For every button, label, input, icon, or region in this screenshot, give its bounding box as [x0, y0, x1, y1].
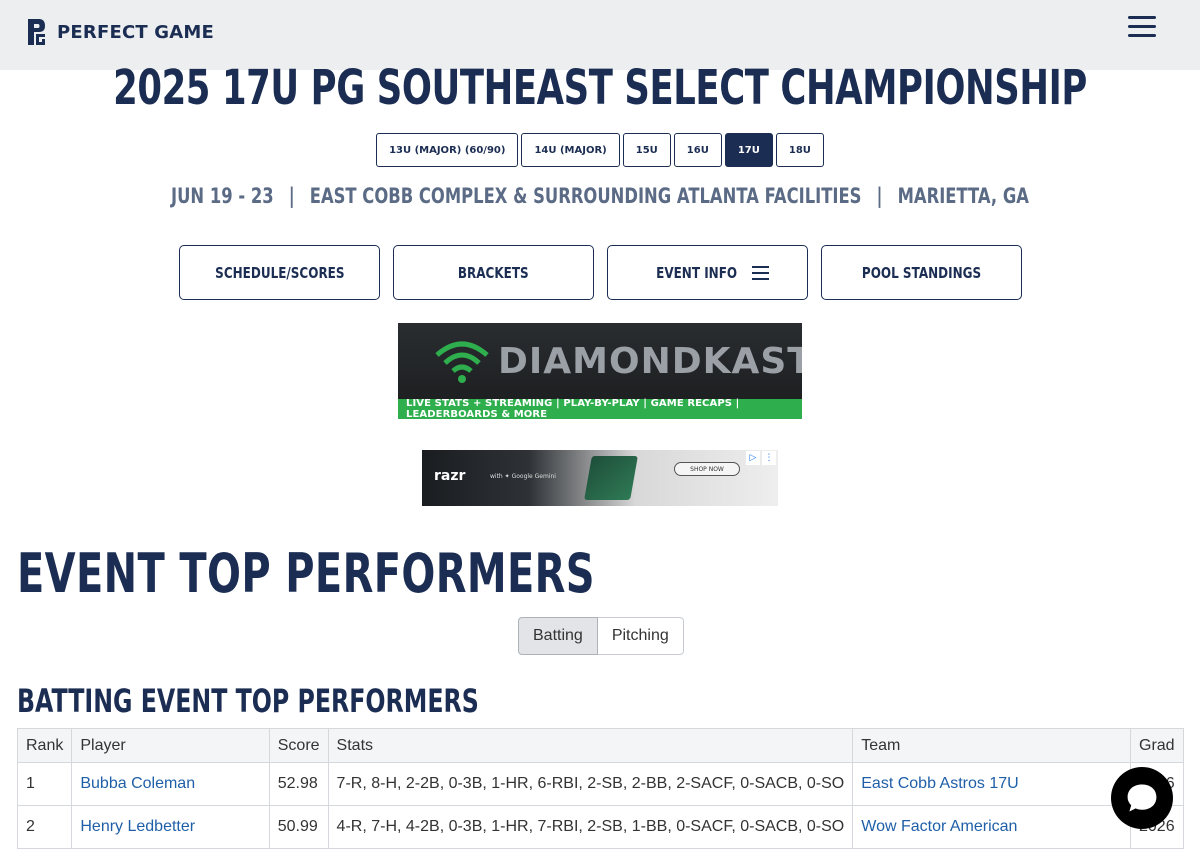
shop-now-button[interactable]: SHOP NOW — [674, 462, 740, 476]
cell-team[interactable]: East Cobb Astros 17U — [852, 762, 1131, 806]
table-row: 1 Bubba Coleman 52.98 7-R, 8-H, 2-2B, 0-3B,… — [16, 762, 1184, 806]
cell-score: 52.98 — [268, 762, 329, 806]
schedule-scores-label: SCHEDULE/SCORES — [214, 263, 345, 282]
ad-options-icon[interactable]: ⋮ — [762, 451, 776, 465]
event-top-performers-title: EVENT TOP PERFORMERS — [17, 542, 595, 605]
event-info-label: EVENT INFO — [656, 263, 738, 282]
pool-standings-label: POOL STANDINGS — [861, 263, 982, 282]
cell-player[interactable]: Bubba Coleman — [71, 762, 270, 806]
cell-rank: 1 — [16, 762, 73, 806]
batting-performers-table: Rank Player Score Stats Team Grad 1 Bubba… — [16, 728, 1184, 849]
event-meta: JUN 19 - 23 | EAST COBB COMPLEX & SURROU… — [132, 184, 1068, 208]
performers-toggle: Batting Pitching — [518, 617, 684, 655]
diamondkast-brand: DIAMONDKAST — [498, 341, 802, 382]
separator: | — [288, 184, 295, 208]
table-row: 2 Henry Ledbetter 50.99 4-R, 7-H, 4-2B, 0-3… — [16, 805, 1184, 849]
column-header-score[interactable]: Score — [268, 728, 329, 763]
age-group-tabs: 13U (MAJOR) (60/90) 14U (MAJOR) 15U 16U 17U 1… — [0, 133, 1200, 167]
event-nav-buttons: SCHEDULE/SCORES BRACKETS EVENT INFO POOL… — [179, 245, 1022, 300]
cell-score: 50.99 — [268, 805, 329, 849]
chat-bubble-icon — [1127, 784, 1157, 812]
hamburger-menu-icon[interactable] — [1128, 16, 1156, 40]
batting-top-performers-title: BATTING EVENT TOP PERFORMERS — [17, 682, 479, 720]
age-tab[interactable]: 14U (MAJOR) — [521, 133, 620, 167]
column-header-team[interactable]: Team — [852, 728, 1131, 763]
event-info-button[interactable]: EVENT INFO — [607, 245, 808, 300]
column-header-stats[interactable]: Stats — [327, 728, 854, 763]
cell-stats: 4-R, 7-H, 4-2B, 0-3B, 1-HR, 7-RBI, 2-SB,… — [327, 805, 854, 849]
age-tab[interactable]: 18U — [775, 133, 824, 167]
brackets-button[interactable]: BRACKETS — [393, 245, 594, 300]
event-dates: JUN 19 - 23 — [171, 184, 274, 208]
logo-text: PERFECT GAME — [57, 21, 215, 43]
event-venue: EAST COBB COMPLEX & SURROUNDING ATLANTA … — [309, 184, 862, 208]
cell-rank: 2 — [16, 805, 73, 849]
age-tab[interactable]: 15U — [622, 133, 671, 167]
column-header-rank[interactable]: Rank — [16, 728, 73, 763]
batting-toggle-button[interactable]: Batting — [518, 617, 598, 655]
pool-standings-button[interactable]: POOL STANDINGS — [821, 245, 1022, 300]
adchoices-icon[interactable]: ▷ — [746, 451, 760, 465]
diamondkast-tagline: LIVE STATS + STREAMING | PLAY-BY-PLAY | … — [398, 398, 802, 419]
perfect-game-logo[interactable]: PERFECT GAME — [25, 17, 214, 47]
razr-partner: with ✦ Google Gemini — [490, 473, 556, 480]
razr-brand: razr — [434, 468, 466, 484]
diamondkast-ad-banner[interactable]: DIAMONDKAST LIVE STATS + STREAMING | PLA… — [398, 323, 802, 419]
column-header-player[interactable]: Player — [71, 728, 270, 763]
cell-stats: 7-R, 8-H, 2-2B, 0-3B, 1-HR, 6-RBI, 2-SB,… — [327, 762, 854, 806]
column-header-grad[interactable]: Grad — [1130, 728, 1184, 763]
ad-choices[interactable]: ▷ ⋮ — [746, 451, 776, 465]
pitching-toggle-button[interactable]: Pitching — [597, 617, 684, 655]
event-title: 2025 17U PG SOUTHEAST SELECT CHAMPIONSHI… — [113, 60, 1087, 116]
cell-team[interactable]: Wow Factor American — [852, 805, 1131, 849]
event-location: MARIETTA, GA — [897, 184, 1029, 208]
list-menu-icon — [751, 265, 769, 280]
wifi-icon — [435, 341, 489, 383]
cell-player[interactable]: Henry Ledbetter — [71, 805, 270, 849]
schedule-scores-button[interactable]: SCHEDULE/SCORES — [179, 245, 380, 300]
pg-logo-icon — [28, 19, 45, 45]
table-header-row: Rank Player Score Stats Team Grad — [16, 728, 1184, 763]
chat-widget-button[interactable] — [1111, 767, 1173, 829]
phone-image — [584, 456, 638, 500]
separator: | — [876, 184, 883, 208]
age-tab[interactable]: 13U (MAJOR) (60/90) — [376, 133, 519, 167]
age-tab[interactable]: 17U — [724, 133, 773, 167]
age-tab[interactable]: 16U — [673, 133, 722, 167]
razr-ad-banner[interactable]: razr with ✦ Google Gemini SHOP NOW ▷ ⋮ — [422, 450, 778, 506]
brackets-label: BRACKETS — [458, 263, 529, 282]
